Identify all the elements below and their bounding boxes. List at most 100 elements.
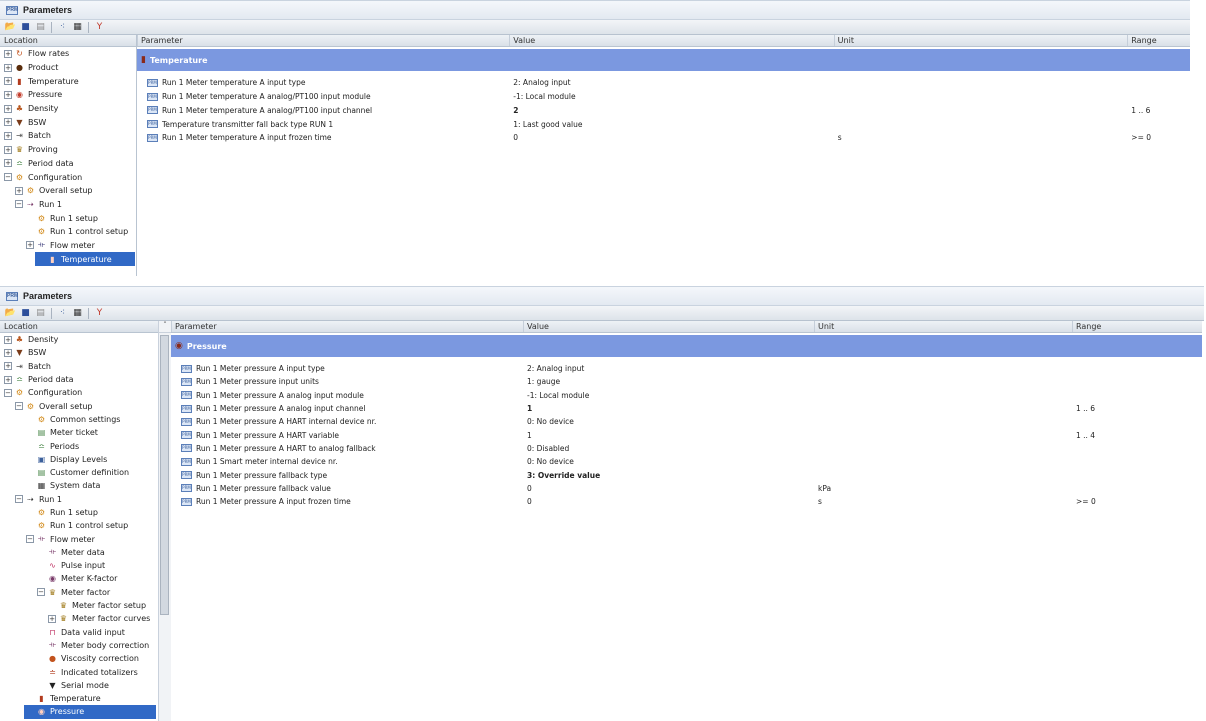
column-header-unit[interactable]: Unit xyxy=(814,321,1072,332)
scroll-thumb[interactable] xyxy=(160,335,169,615)
column-header-parameter[interactable]: Parameter xyxy=(171,321,523,332)
expand-toggle[interactable]: + xyxy=(26,241,34,250)
tree-item[interactable]: ≏ Periods xyxy=(0,439,170,452)
tree-item[interactable]: + ♛ Proving xyxy=(0,143,136,157)
value-cell[interactable]: 1: gauge xyxy=(523,377,814,386)
tree-item[interactable]: + ≏ Period data xyxy=(0,157,136,171)
tree-item[interactable]: + ⇥ Batch xyxy=(0,129,136,143)
column-header-unit[interactable]: Unit xyxy=(833,35,1128,46)
table-row[interactable]: PRM Run 1 Meter pressure fallback type 3: … xyxy=(171,468,1202,481)
value-cell[interactable]: 2: Analog input xyxy=(509,78,833,87)
tree-item[interactable]: ▤ Customer definition xyxy=(0,466,170,479)
tree-item[interactable]: + ♛ Meter factor curves xyxy=(0,612,170,625)
value-cell[interactable]: 0 xyxy=(523,497,814,506)
tree-item[interactable]: − ⚙ Overall setup xyxy=(0,399,170,412)
table-row[interactable]: PRM Run 1 Meter pressure fallback value 0 k… xyxy=(171,482,1202,495)
table-row[interactable]: PRM Run 1 Meter pressure A input type 2: A… xyxy=(171,362,1202,375)
expand-toggle[interactable]: + xyxy=(4,77,12,86)
tree-item[interactable]: ▮ Temperature xyxy=(0,692,170,705)
table-row[interactable]: PRM Run 1 Meter pressure input units 1: ga… xyxy=(171,375,1202,388)
tree-item[interactable]: ▮ Temperature xyxy=(35,252,135,266)
value-cell[interactable]: 1 xyxy=(523,404,814,413)
tree-item[interactable]: ⊓ Data valid input xyxy=(0,626,170,639)
tree-item[interactable]: + ◉ Pressure xyxy=(0,88,136,102)
group-header-row[interactable]: ▮ Temperature xyxy=(137,49,1190,71)
tree-item[interactable]: ◉ Meter K-factor xyxy=(0,572,170,585)
table-row[interactable]: PRM Run 1 Meter pressure A HART to analog… xyxy=(171,442,1202,455)
tree-item[interactable]: ⟛ Meter data xyxy=(0,546,170,559)
tree-item[interactable]: + ▼ BSW xyxy=(0,346,170,359)
scroll-up-button[interactable]: ˄ xyxy=(159,321,171,333)
table-row[interactable]: PRM Run 1 Meter temperature A input type 2… xyxy=(137,76,1190,90)
grid-view-button[interactable]: ▦ xyxy=(71,307,84,319)
tree-item[interactable]: + ♣ Density xyxy=(0,333,170,346)
tree-item[interactable]: + ⚙ Overall setup xyxy=(0,184,136,198)
tree-item[interactable]: − ⇢ Run 1 xyxy=(0,198,136,212)
filter-clear-button[interactable]: Y xyxy=(93,307,106,319)
save-button[interactable]: ■ xyxy=(19,21,32,33)
collapse-toggle[interactable]: − xyxy=(37,588,45,597)
expand-toggle[interactable]: + xyxy=(4,104,12,113)
table-row[interactable]: PRM Run 1 Meter temperature A analog/PT10… xyxy=(137,90,1190,104)
value-cell[interactable]: -1: Local module xyxy=(523,391,814,400)
tree-item[interactable]: − ⚙ Configuration xyxy=(0,170,136,184)
tree-item[interactable]: ▤ Meter ticket xyxy=(0,426,170,439)
open-folder-button[interactable]: 📂 xyxy=(4,21,17,33)
open-folder-button[interactable]: 📂 xyxy=(4,307,17,319)
tree-item[interactable]: ≐ Indicated totalizers xyxy=(0,665,170,678)
value-cell[interactable]: 0 xyxy=(509,133,833,142)
collapse-toggle[interactable]: − xyxy=(15,200,23,209)
table-row[interactable]: PRM Run 1 Meter pressure A analog input m… xyxy=(171,389,1202,402)
value-cell[interactable]: 0: No device xyxy=(523,417,814,426)
column-header-range[interactable]: Range xyxy=(1127,35,1190,46)
collapse-toggle[interactable]: − xyxy=(26,535,34,544)
table-row[interactable]: PRM Temperature transmitter fall back typ… xyxy=(137,117,1190,131)
value-cell[interactable]: 1 xyxy=(523,431,814,440)
expand-toggle[interactable]: + xyxy=(4,335,12,344)
table-row[interactable]: PRM Run 1 Meter pressure A HART variable 1… xyxy=(171,428,1202,441)
tree-item[interactable]: − ⇢ Run 1 xyxy=(0,493,170,506)
tree-item[interactable]: − ⚙ Configuration xyxy=(0,386,170,399)
tree-item[interactable]: ∿ Pulse input xyxy=(0,559,170,572)
grid-view-button[interactable]: ▦ xyxy=(71,21,84,33)
tree-item[interactable]: ⚙ Run 1 control setup xyxy=(0,519,170,532)
print-button[interactable]: ▤ xyxy=(34,307,47,319)
column-header-value[interactable]: Value xyxy=(509,35,833,46)
column-header-range[interactable]: Range xyxy=(1072,321,1202,332)
tree-item[interactable]: ▣ Display Levels xyxy=(0,453,170,466)
expand-toggle[interactable]: + xyxy=(4,348,12,357)
tree-item[interactable]: + ▼ BSW xyxy=(0,115,136,129)
expand-toggle[interactable]: + xyxy=(4,131,12,140)
save-button[interactable]: ■ xyxy=(19,307,32,319)
value-cell[interactable]: -1: Local module xyxy=(509,92,833,101)
expand-toggle[interactable]: + xyxy=(4,159,12,168)
expand-toggle[interactable]: + xyxy=(48,614,56,623)
table-row[interactable]: PRM Run 1 Smart meter internal device nr.… xyxy=(171,455,1202,468)
value-cell[interactable]: 0 xyxy=(523,484,814,493)
tree-item[interactable]: ♛ Meter factor setup xyxy=(0,599,170,612)
value-cell[interactable]: 0: Disabled xyxy=(523,444,814,453)
value-cell[interactable]: 3: Override value xyxy=(523,471,814,480)
tree-view-button[interactable]: ⁖ xyxy=(56,21,69,33)
tree-item[interactable]: + ⟛ Flow meter xyxy=(0,239,136,253)
tree-item[interactable]: ⚙ Run 1 setup xyxy=(0,506,170,519)
tree-item[interactable]: ⟛ Meter body correction xyxy=(0,639,170,652)
tree-item[interactable]: + ⇥ Batch xyxy=(0,360,170,373)
table-row[interactable]: PRM Run 1 Meter pressure A HART internal … xyxy=(171,415,1202,428)
tree-item[interactable]: − ⟛ Flow meter xyxy=(0,532,170,545)
value-cell[interactable]: 2: Analog input xyxy=(523,364,814,373)
tree-item[interactable]: − ♛ Meter factor xyxy=(0,586,170,599)
expand-toggle[interactable]: + xyxy=(4,90,12,99)
collapse-toggle[interactable]: − xyxy=(4,388,12,397)
table-row[interactable]: PRM Run 1 Meter pressure A analog input c… xyxy=(171,402,1202,415)
table-row[interactable]: PRM Run 1 Meter pressure A input frozen t… xyxy=(171,495,1202,508)
column-header-value[interactable]: Value xyxy=(523,321,814,332)
tree-item[interactable]: ◉ Pressure xyxy=(24,705,156,719)
value-cell[interactable]: 2 xyxy=(509,106,833,115)
tree-item[interactable]: + ● Product xyxy=(0,61,136,75)
collapse-toggle[interactable]: − xyxy=(4,173,12,182)
tree-view-button[interactable]: ⁖ xyxy=(56,307,69,319)
filter-clear-button[interactable]: Y xyxy=(93,21,106,33)
collapse-toggle[interactable]: − xyxy=(15,402,23,411)
collapse-toggle[interactable]: − xyxy=(15,495,23,504)
